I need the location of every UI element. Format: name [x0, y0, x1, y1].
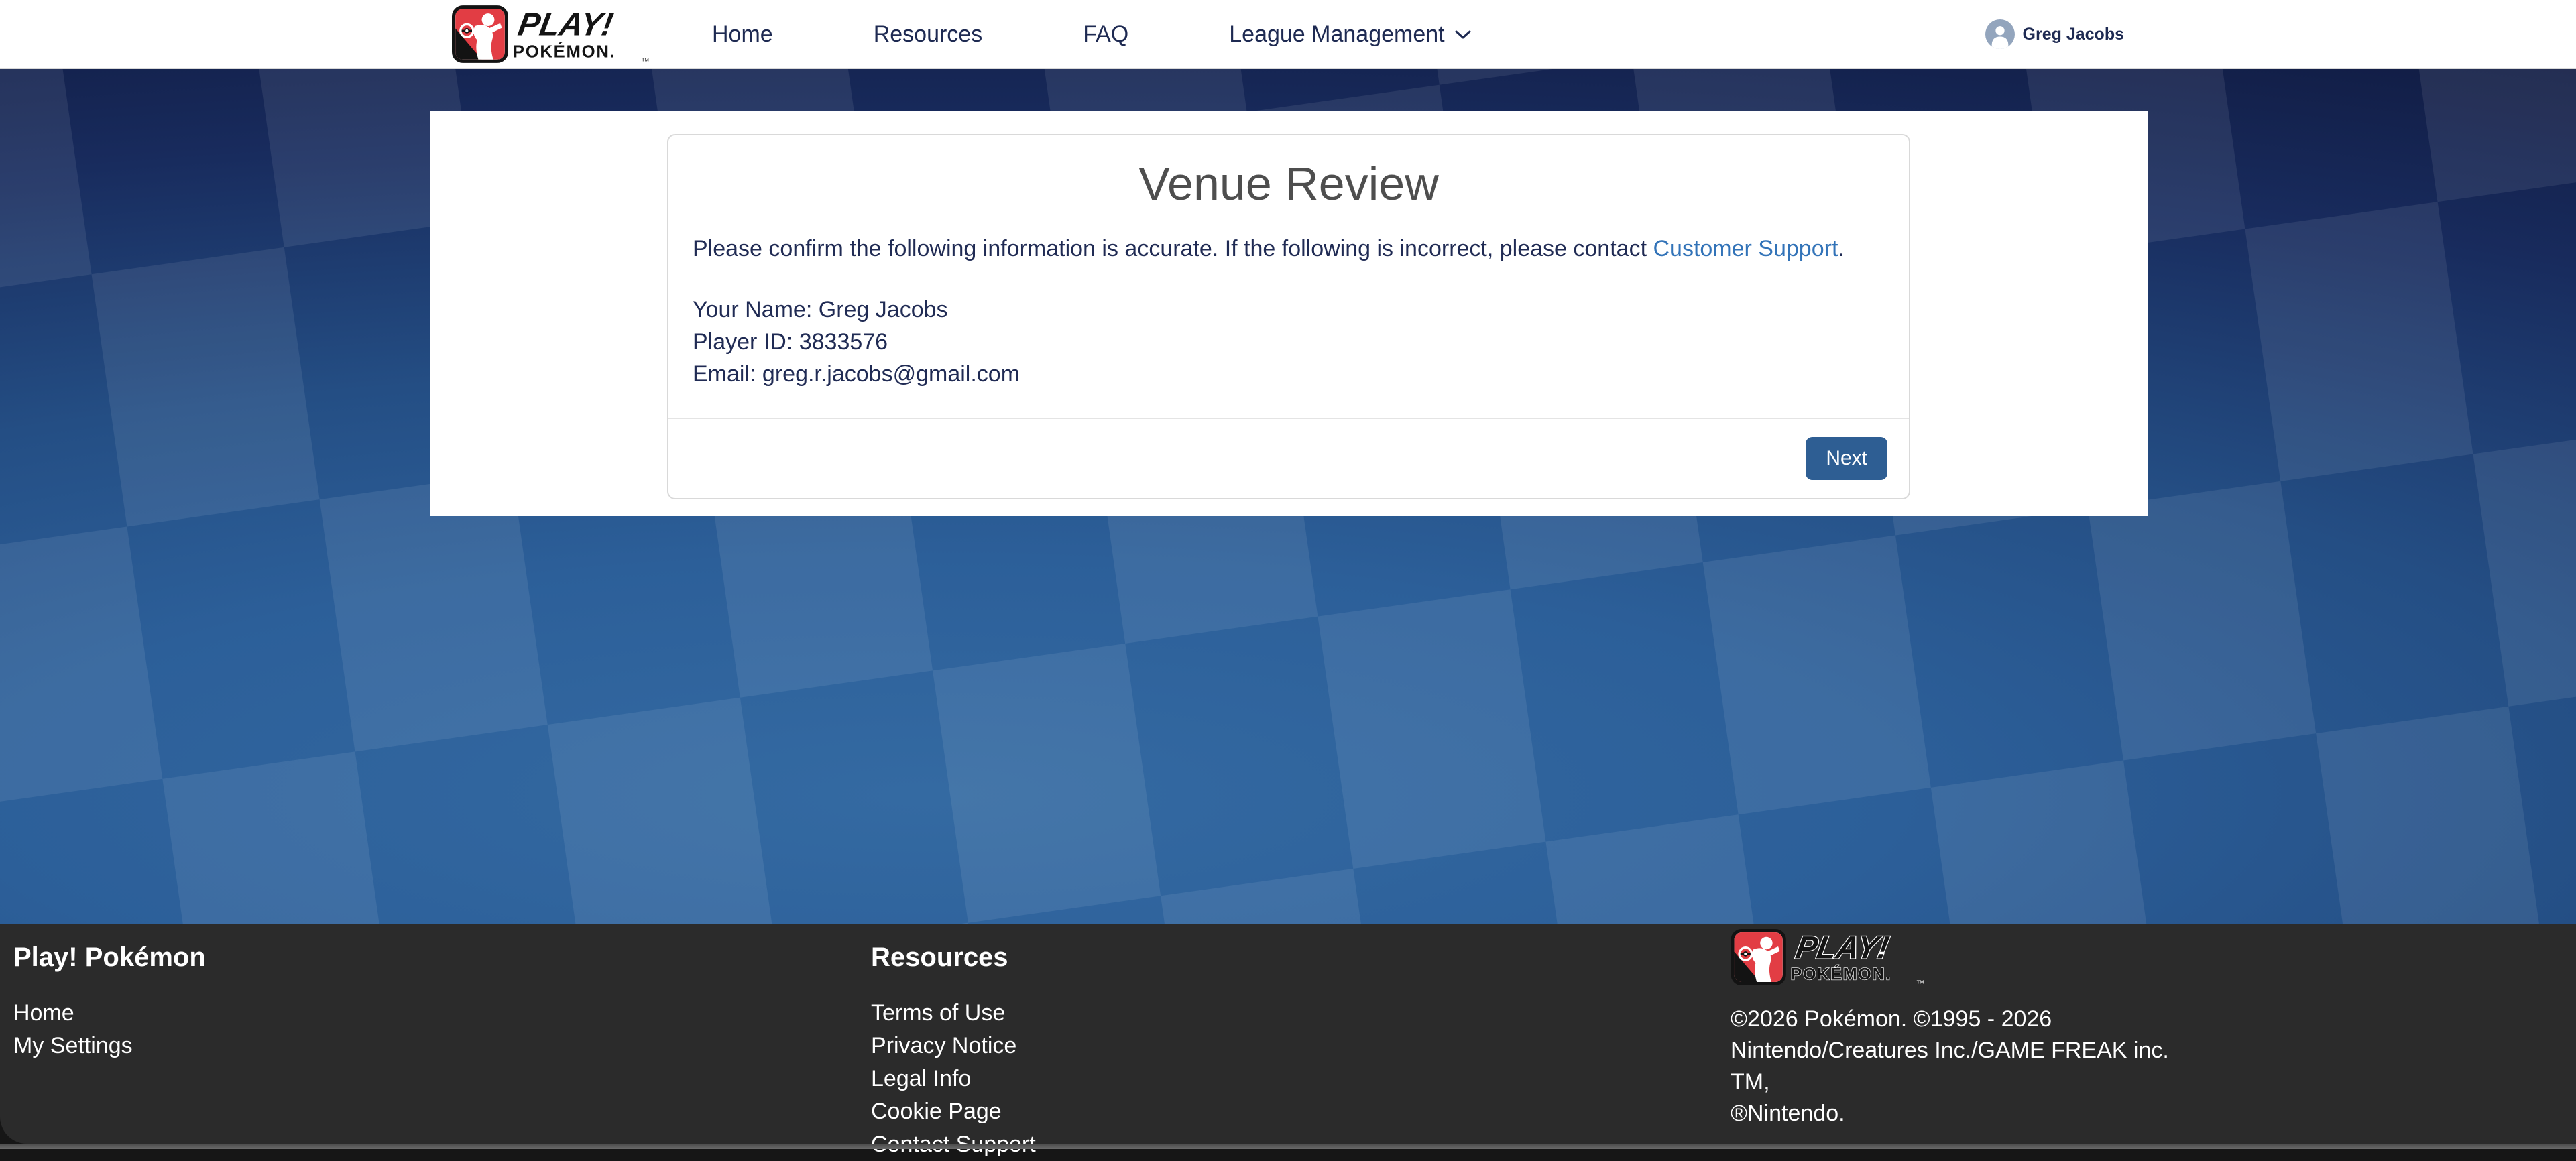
footer-play-pokemon-logo: PLAY! POKÉMON. TM	[1731, 929, 1928, 985]
footer-col-brand: Play! Pokémon Home My Settings	[13, 924, 206, 1062]
nav-dropdown-league-management[interactable]: League Management	[1229, 21, 1471, 48]
copyright-text: ©2026 Pokémon. ©1995 - 2026 Nintendo/Cre…	[1731, 1003, 2200, 1129]
info-value: Greg Jacobs	[819, 297, 948, 322]
footer-heading-play-pokemon: Play! Pokémon	[13, 942, 206, 973]
footer-col-legal: PLAY! POKÉMON. TM ©2026 Pokémon. ©1995 -…	[1731, 924, 2200, 1129]
footer-link-my-settings[interactable]: My Settings	[13, 1030, 206, 1062]
venue-review-card: Venue Review Please confirm the followin…	[667, 134, 1910, 499]
next-button[interactable]: Next	[1806, 437, 1887, 480]
info-label: Email:	[693, 361, 756, 387]
info-value: greg.r.jacobs@gmail.com	[762, 361, 1020, 387]
footer-link-home[interactable]: Home	[13, 997, 206, 1030]
footer-brand-play-text: PLAY!	[1793, 930, 1891, 966]
play-pokemon-logo[interactable]: PLAY! POKÉMON. TM	[452, 5, 653, 63]
play-pokemon-badge-icon: PLAY! POKÉMON. TM	[452, 5, 653, 63]
user-avatar-icon	[1985, 19, 2015, 49]
card-footer: Next	[668, 418, 1909, 498]
footer-link-terms-of-use[interactable]: Terms of Use	[871, 997, 1036, 1030]
footer-brand-tm-text: TM	[1917, 979, 1924, 985]
content-panel: Venue Review Please confirm the followin…	[430, 111, 2148, 516]
brand-pokemon-text: POKÉMON.	[513, 42, 616, 61]
nav-link-resources[interactable]: Resources	[874, 21, 983, 48]
nav-inner: PLAY! POKÉMON. TM Home Resources FAQ Lea…	[429, 0, 2147, 68]
page-footer: Play! Pokémon Home My Settings Resources…	[0, 924, 2576, 1144]
player-info: Your Name: Greg Jacobs Player ID: 383357…	[693, 294, 1885, 390]
bottom-strip	[0, 1144, 2576, 1149]
brand-tm-text: TM	[642, 56, 649, 62]
user-menu[interactable]: Greg Jacobs	[1985, 19, 2124, 49]
footer-brand-pokemon-text: POKÉMON.	[1791, 965, 1892, 984]
footer-col-resources: Resources Terms of Use Privacy Notice Le…	[871, 924, 1036, 1161]
footer-heading-resources: Resources	[871, 942, 1036, 973]
nav-link-faq[interactable]: FAQ	[1083, 21, 1128, 48]
info-line-player-id: Player ID: 3833576	[693, 326, 1885, 358]
copyright-line: Nintendo/Creatures Inc./GAME FREAK inc. …	[1731, 1035, 2200, 1098]
intro-text-before: Please confirm the following information…	[693, 236, 1647, 261]
chevron-down-icon	[1454, 29, 1472, 40]
top-nav: PLAY! POKÉMON. TM Home Resources FAQ Lea…	[0, 0, 2576, 69]
nav-links: Home Resources FAQ League Management	[712, 21, 1472, 48]
nav-link-home[interactable]: Home	[712, 21, 773, 48]
footer-link-legal-info[interactable]: Legal Info	[871, 1062, 1036, 1095]
footer-link-cookie-page[interactable]: Cookie Page	[871, 1095, 1036, 1128]
copyright-line: ®Nintendo.	[1731, 1098, 2200, 1129]
copyright-line: ©2026 Pokémon. ©1995 - 2026	[1731, 1003, 2200, 1035]
info-line-email: Email: greg.r.jacobs@gmail.com	[693, 358, 1885, 390]
nav-dropdown-label: League Management	[1229, 21, 1444, 48]
info-label: Your Name:	[693, 297, 812, 322]
page-title: Venue Review	[668, 156, 1909, 212]
intro-text: Please confirm the following information…	[693, 233, 1885, 265]
info-line-name: Your Name: Greg Jacobs	[693, 294, 1885, 326]
brand-play-text: PLAY!	[516, 7, 616, 43]
user-name: Greg Jacobs	[2023, 25, 2124, 44]
info-value: 3833576	[799, 329, 888, 355]
customer-support-link[interactable]: Customer Support	[1653, 236, 1838, 261]
info-label: Player ID:	[693, 329, 793, 355]
intro-text-suffix: .	[1838, 236, 1844, 261]
footer-link-privacy-notice[interactable]: Privacy Notice	[871, 1030, 1036, 1062]
